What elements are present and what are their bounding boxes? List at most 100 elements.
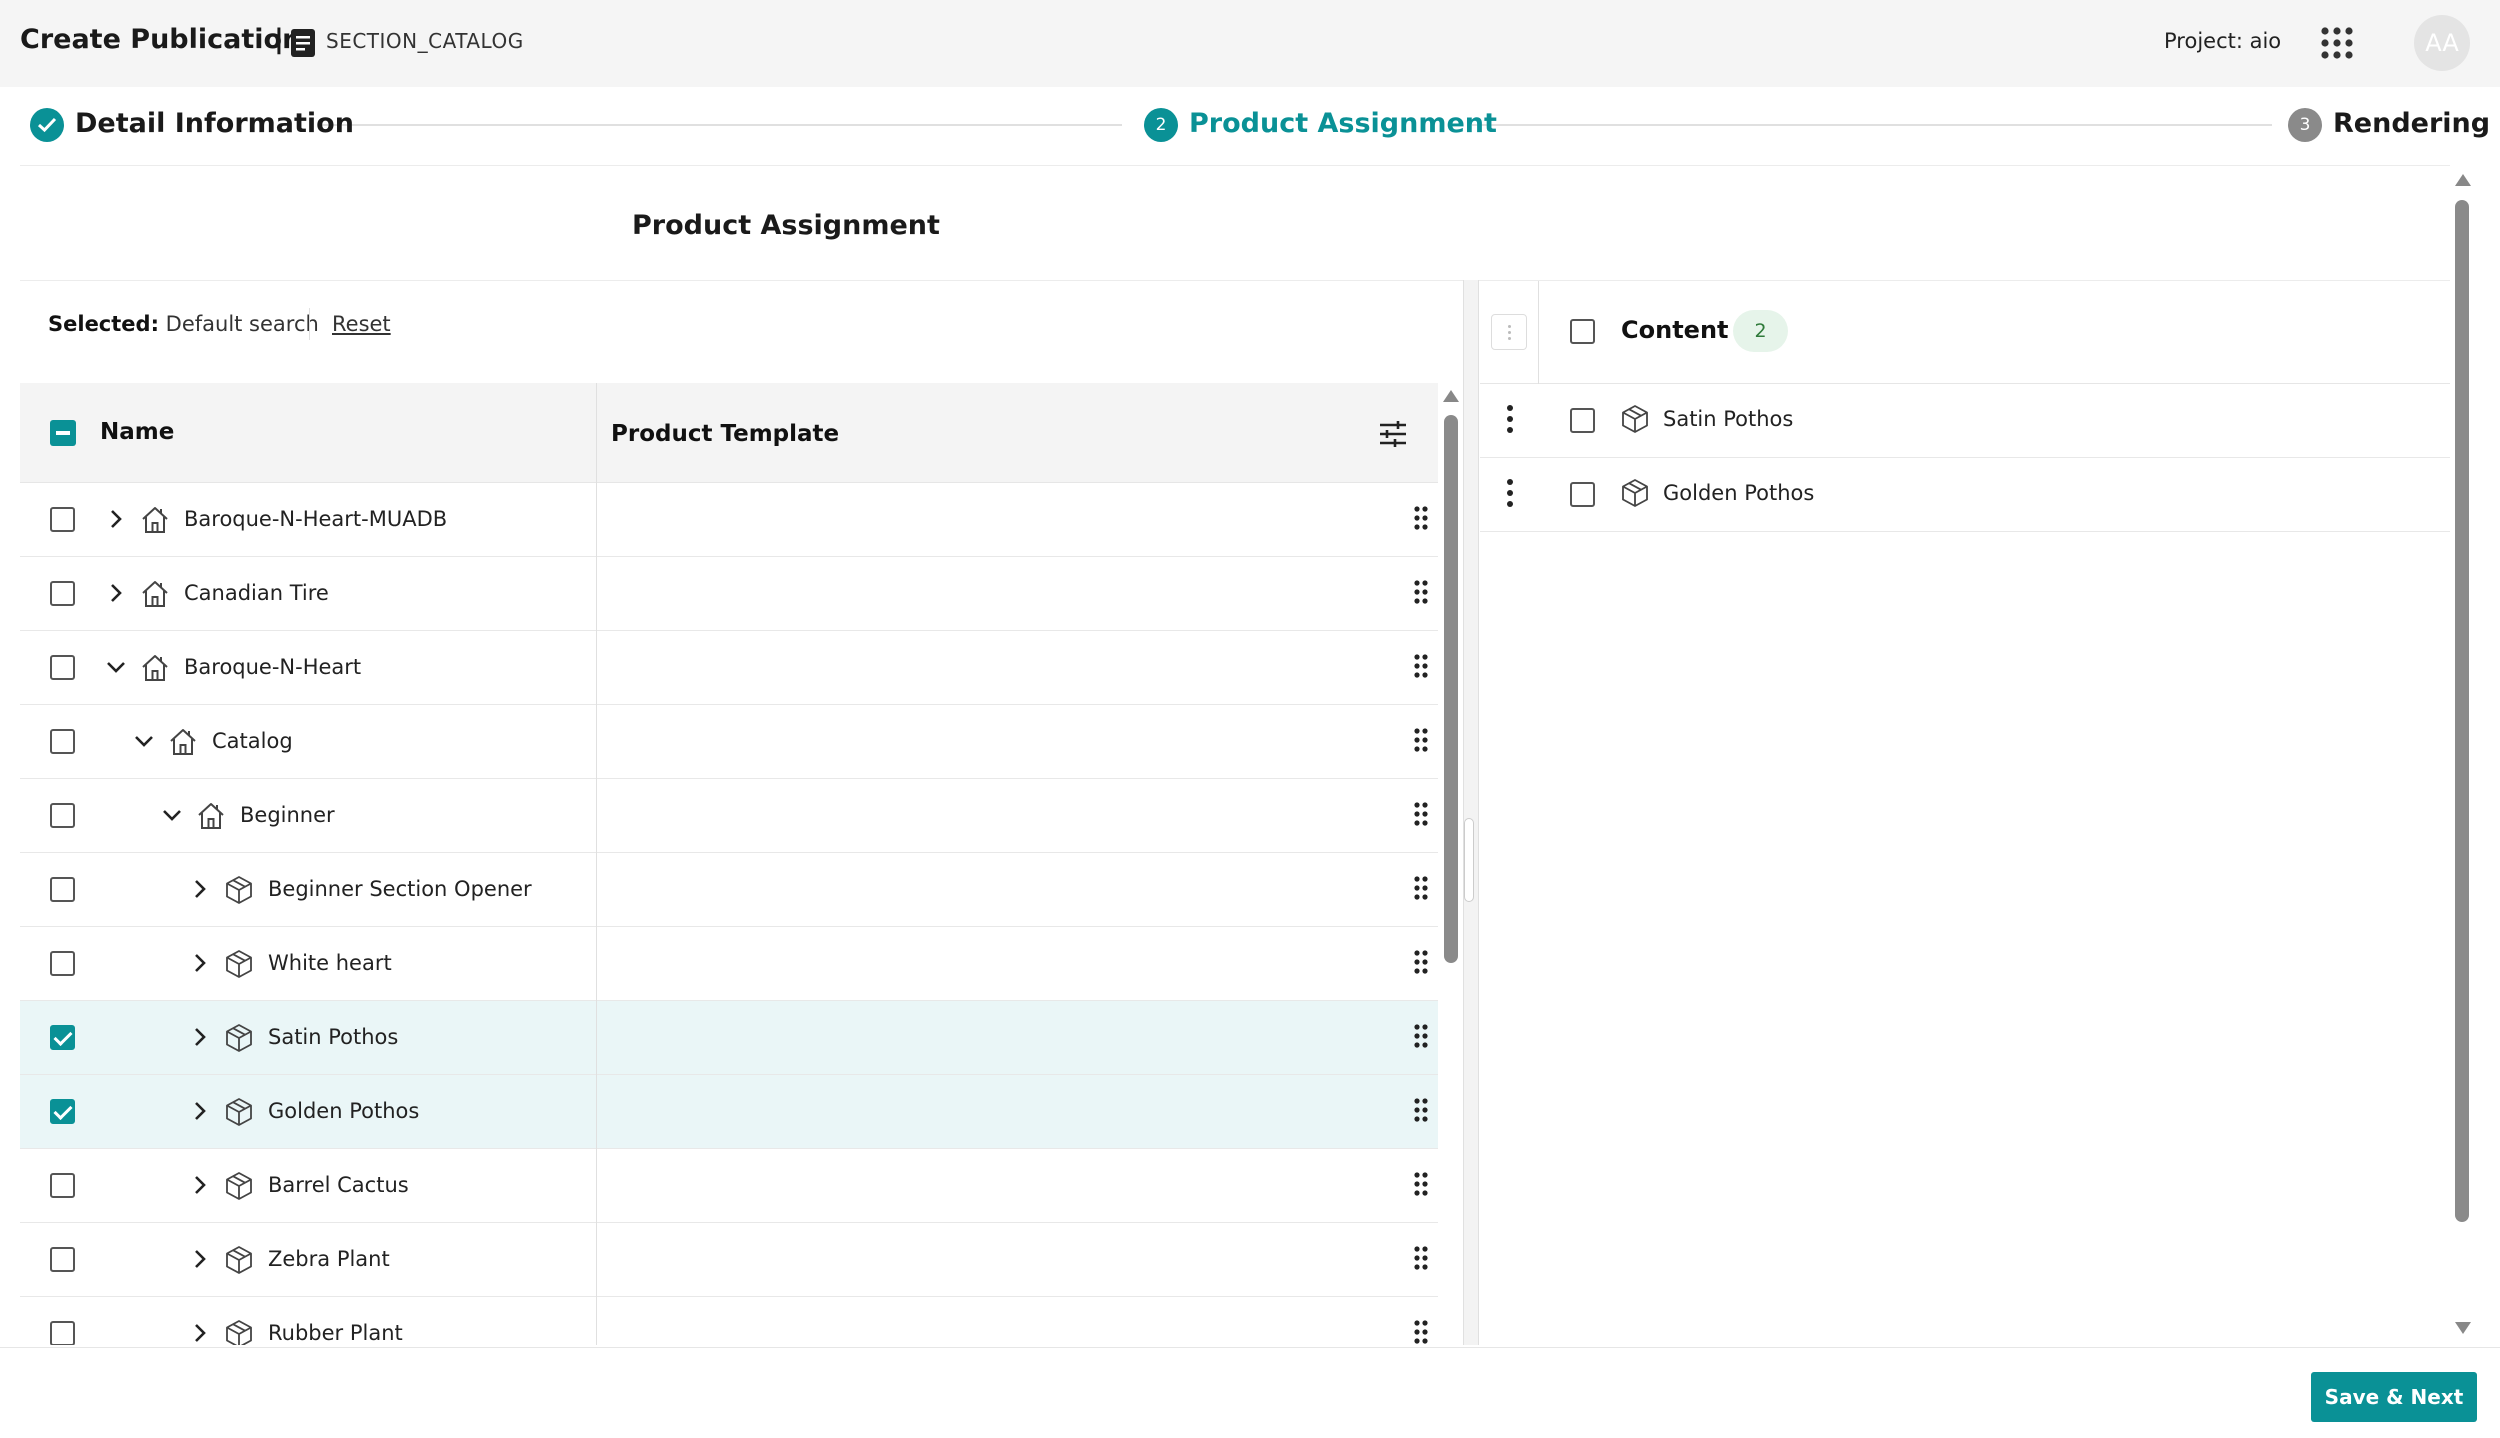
panel-splitter[interactable] — [1463, 280, 1479, 1345]
table-row[interactable]: Baroque-N-Heart-MUADB — [20, 483, 1438, 557]
table-row[interactable]: White heart — [20, 927, 1438, 1001]
title-separator: | — [274, 24, 284, 55]
product-tree-grid: Name Product Template Baroque-N-Heart-MU… — [20, 383, 1438, 1345]
column-header-product-template[interactable]: Product Template — [611, 421, 839, 447]
row-checkbox[interactable] — [50, 581, 75, 606]
chevron-down-icon[interactable] — [106, 657, 126, 677]
chevron-right-icon[interactable] — [190, 1323, 210, 1343]
more-options-icon[interactable] — [1506, 478, 1514, 508]
row-label: Golden Pothos — [268, 1099, 420, 1123]
chevron-right-icon[interactable] — [190, 879, 210, 899]
step-1-complete-icon[interactable] — [30, 108, 64, 142]
cube-icon — [224, 875, 254, 905]
drag-handle-icon[interactable] — [1413, 653, 1429, 679]
list-item[interactable]: Golden Pothos — [1480, 458, 2450, 532]
drag-handle-icon[interactable] — [1413, 1097, 1429, 1123]
scroll-up-arrow[interactable] — [2455, 174, 2471, 186]
row-checkbox[interactable] — [50, 877, 75, 902]
grid-scrollbar[interactable] — [1444, 415, 1458, 963]
scroll-down-arrow[interactable] — [2455, 1322, 2471, 1334]
house-icon — [140, 653, 170, 683]
row-checkbox[interactable] — [50, 1321, 75, 1345]
row-checkbox[interactable] — [50, 1173, 75, 1198]
table-row[interactable]: Beginner — [20, 779, 1438, 853]
table-row[interactable]: Rubber Plant — [20, 1297, 1438, 1345]
table-row[interactable]: Catalog — [20, 705, 1438, 779]
chevron-right-icon[interactable] — [190, 1101, 210, 1121]
row-checkbox[interactable] — [50, 729, 75, 754]
page-title: Create Publication — [20, 24, 302, 55]
step-2-number[interactable]: 2 — [1144, 108, 1178, 142]
splitter-handle[interactable] — [1464, 818, 1474, 902]
panel-title: Product Assignment — [632, 210, 940, 241]
chevron-right-icon[interactable] — [106, 509, 126, 529]
row-checkbox[interactable] — [50, 803, 75, 828]
content-select-all-checkbox[interactable] — [1570, 319, 1595, 344]
content-item-checkbox[interactable] — [1570, 408, 1595, 433]
row-label: Catalog — [212, 729, 293, 753]
column-settings-icon[interactable] — [1378, 419, 1408, 449]
table-row[interactable]: Golden Pothos — [20, 1075, 1438, 1149]
chevron-right-icon[interactable] — [190, 1175, 210, 1195]
page-scrollbar[interactable] — [2455, 200, 2469, 1222]
row-checkbox[interactable] — [50, 655, 75, 680]
content-menu-icon[interactable] — [1491, 314, 1527, 350]
chevron-right-icon[interactable] — [106, 583, 126, 603]
list-item[interactable]: Satin Pothos — [1480, 384, 2450, 458]
selected-search-info: Selected: Default search — [48, 312, 319, 336]
column-header-name[interactable]: Name — [100, 419, 174, 445]
cube-icon — [224, 949, 254, 979]
drag-handle-icon[interactable] — [1413, 1245, 1429, 1271]
drag-handle-icon[interactable] — [1413, 875, 1429, 901]
project-label: Project: aio — [2164, 29, 2282, 53]
drag-handle-icon[interactable] — [1413, 1171, 1429, 1197]
drag-handle-icon[interactable] — [1413, 727, 1429, 753]
drag-handle-icon[interactable] — [1413, 1023, 1429, 1049]
step-detail-information[interactable]: Detail Information — [75, 108, 354, 139]
drag-handle-icon[interactable] — [1413, 505, 1429, 531]
chevron-right-icon[interactable] — [190, 1027, 210, 1047]
footer-divider — [0, 1347, 2500, 1348]
chevron-right-icon[interactable] — [190, 953, 210, 973]
row-label: Canadian Tire — [184, 581, 329, 605]
house-icon — [168, 727, 198, 757]
divider — [309, 308, 310, 340]
drag-handle-icon[interactable] — [1413, 949, 1429, 975]
apps-grid-icon[interactable] — [2320, 26, 2354, 60]
avatar[interactable]: AA — [2414, 15, 2470, 71]
row-checkbox[interactable] — [50, 507, 75, 532]
house-icon — [140, 579, 170, 609]
drag-handle-icon[interactable] — [1413, 1319, 1429, 1345]
house-icon — [140, 505, 170, 535]
drag-handle-icon[interactable] — [1413, 579, 1429, 605]
chevron-down-icon[interactable] — [134, 731, 154, 751]
stepper-connector — [322, 124, 1122, 126]
step-3-number[interactable]: 3 — [2288, 108, 2322, 142]
row-checkbox[interactable] — [50, 951, 75, 976]
table-row[interactable]: Zebra Plant — [20, 1223, 1438, 1297]
scroll-up-arrow[interactable] — [1443, 390, 1459, 402]
row-checkbox[interactable] — [50, 1099, 75, 1124]
column-divider[interactable] — [596, 383, 597, 1345]
step-rendering[interactable]: Rendering — [2333, 108, 2490, 139]
table-row[interactable]: Satin Pothos — [20, 1001, 1438, 1075]
reset-link[interactable]: Reset — [332, 312, 391, 336]
table-row[interactable]: Baroque-N-Heart — [20, 631, 1438, 705]
chevron-right-icon[interactable] — [190, 1249, 210, 1269]
table-row[interactable]: Canadian Tire — [20, 557, 1438, 631]
more-options-icon[interactable] — [1506, 404, 1514, 434]
chevron-down-icon[interactable] — [162, 805, 182, 825]
row-label: Beginner — [240, 803, 335, 827]
content-item-label: Satin Pothos — [1663, 407, 1794, 431]
table-row[interactable]: Barrel Cactus — [20, 1149, 1438, 1223]
content-item-checkbox[interactable] — [1570, 482, 1595, 507]
row-checkbox[interactable] — [50, 1247, 75, 1272]
drag-handle-icon[interactable] — [1413, 801, 1429, 827]
step-product-assignment[interactable]: Product Assignment — [1189, 108, 1497, 139]
save-next-button[interactable]: Save & Next — [2311, 1372, 2477, 1422]
document-icon — [291, 29, 315, 57]
table-row[interactable]: Beginner Section Opener — [20, 853, 1438, 927]
select-all-checkbox[interactable] — [50, 420, 76, 446]
row-checkbox[interactable] — [50, 1025, 75, 1050]
row-label: White heart — [268, 951, 392, 975]
